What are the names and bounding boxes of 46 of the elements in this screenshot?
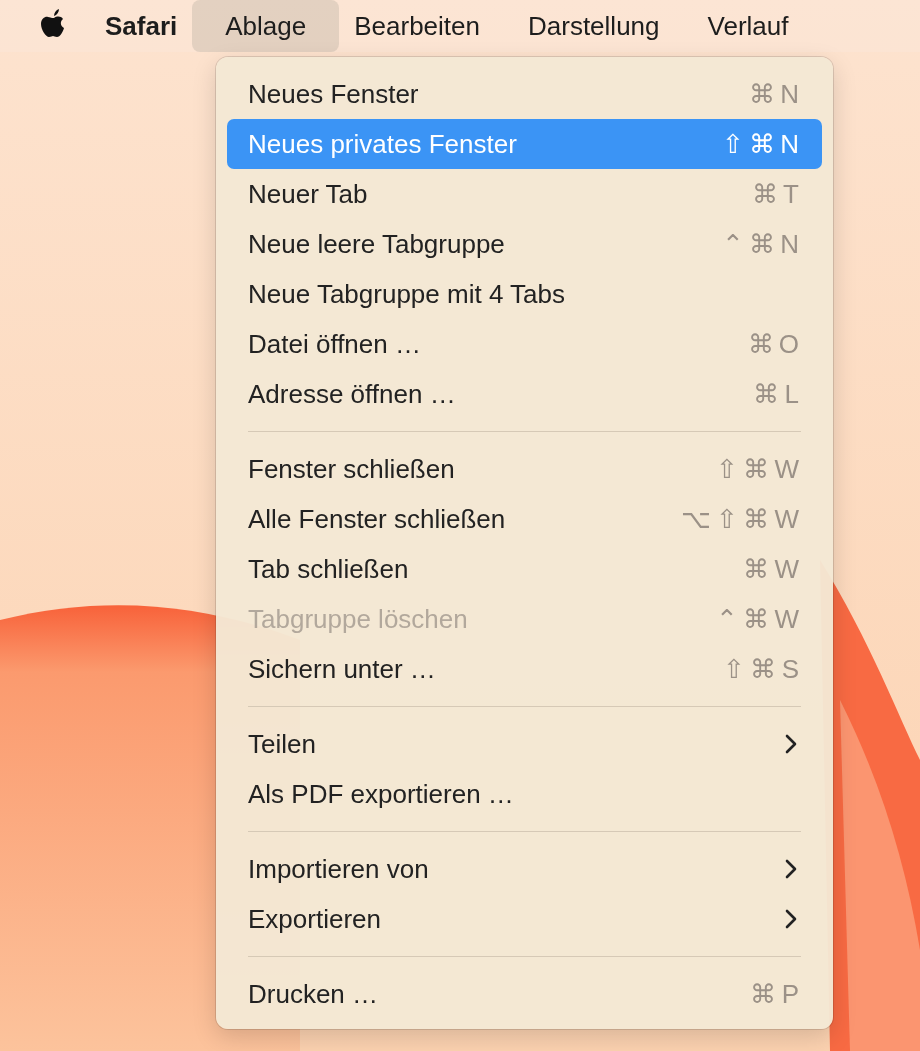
menu-item-label: Importieren von	[248, 853, 429, 885]
menu-item-label: Fenster schließen	[248, 453, 455, 485]
keyboard-shortcut: ⌘ T	[752, 178, 798, 210]
menu-item-label: Neuer Tab	[248, 178, 368, 210]
menu-item-label: Datei öffnen …	[248, 328, 421, 360]
keyboard-shortcut: ⇧ ⌘ W	[716, 453, 798, 485]
keyboard-shortcut: ⌥ ⇧ ⌘ W	[680, 503, 798, 535]
keyboard-shortcut: ⌘ O	[747, 328, 798, 360]
menu-item-label: Neue leere Tabgruppe	[248, 228, 505, 260]
menu-item-label: Neues Fenster	[248, 78, 419, 110]
menu-item-label: Teilen	[248, 728, 316, 760]
menu-item-label: Drucken …	[248, 978, 379, 1010]
menu-item-label: Tab schließen	[248, 553, 409, 585]
menu-item[interactable]: Alle Fenster schließen ⌥ ⇧ ⌘ W	[227, 494, 822, 544]
menu-item[interactable]: Fenster schließen ⇧ ⌘ W	[227, 444, 822, 494]
menu-item[interactable]: Neuer Tab ⌘ T	[227, 169, 822, 219]
keyboard-shortcut: ⌃ ⌘ N	[721, 228, 798, 260]
submenu-item[interactable]: Importieren von	[227, 844, 822, 894]
menu-item-label: Neues privates Fenster	[248, 128, 517, 160]
menu-item[interactable]: Als PDF exportieren …	[227, 769, 822, 819]
menu-item[interactable]: Drucken … ⌘ P	[227, 969, 822, 1019]
menu-item[interactable]: Neue leere Tabgruppe ⌃ ⌘ N	[227, 219, 822, 269]
menu-item[interactable]: Neue Tabgruppe mit 4 Tabs	[227, 269, 822, 319]
menu-bar-item[interactable]: Ablage	[192, 0, 340, 52]
menu-item-label: Adresse öffnen …	[248, 378, 456, 410]
menu-item-label: Tabgruppe löschen	[248, 603, 468, 635]
submenu-item[interactable]: Exportieren	[227, 894, 822, 944]
menu-item[interactable]: Sichern unter … ⇧ ⌘ S	[227, 644, 822, 694]
menu-item-label: Alle Fenster schließen	[248, 503, 506, 535]
keyboard-shortcut: ⇧ ⌘ N	[721, 128, 798, 160]
chevron-right-icon	[784, 733, 798, 755]
keyboard-shortcut: ⇧ ⌘ S	[723, 653, 798, 685]
menu-item[interactable]: Neues Fenster ⌘ N	[227, 69, 822, 119]
menu-item-label: Exportieren	[248, 903, 381, 935]
menu-item[interactable]: Datei öffnen … ⌘ O	[227, 319, 822, 369]
menu-item[interactable]: Adresse öffnen … ⌘ L	[227, 369, 822, 419]
keyboard-shortcut: ⌘ P	[750, 978, 798, 1010]
chevron-right-icon	[784, 858, 798, 880]
submenu-item[interactable]: Teilen	[227, 719, 822, 769]
keyboard-shortcut: ⌘ L	[753, 378, 798, 410]
menu-item[interactable]: Tab schließen ⌘ W	[227, 544, 822, 594]
keyboard-shortcut: ⌃ ⌘ W	[716, 603, 798, 635]
menu-item-label: Sichern unter …	[248, 653, 436, 685]
chevron-right-icon	[784, 908, 798, 930]
keyboard-shortcut: ⌘ W	[743, 553, 798, 585]
keyboard-shortcut: ⌘ N	[749, 78, 798, 110]
